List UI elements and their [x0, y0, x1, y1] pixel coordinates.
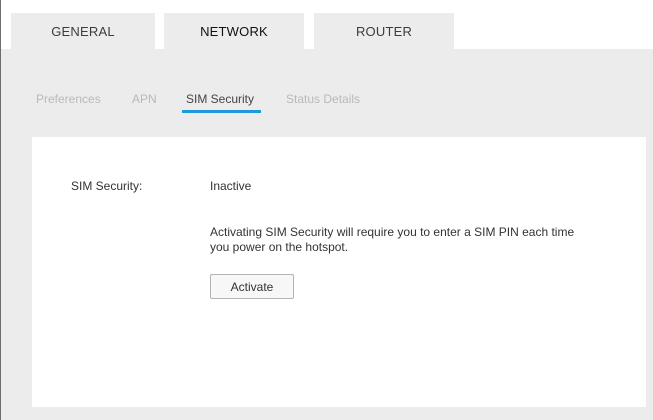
tab-general[interactable]: GENERAL — [11, 13, 155, 49]
sim-security-description: Activating SIM Security will require you… — [210, 225, 575, 254]
sim-security-status: Inactive — [210, 179, 252, 193]
subtab-apn[interactable]: APN — [132, 92, 157, 106]
sub-tab-bar: Preferences APN SIM Security Status Deta… — [1, 92, 653, 116]
subtab-status-details[interactable]: Status Details — [286, 92, 360, 106]
activate-button[interactable]: Activate — [210, 274, 294, 299]
tab-network[interactable]: NETWORK — [164, 13, 304, 49]
subtab-sim-security[interactable]: SIM Security — [186, 92, 254, 106]
sim-security-panel: SIM Security: Inactive Activating SIM Se… — [32, 137, 646, 407]
subtab-preferences[interactable]: Preferences — [36, 92, 101, 106]
sim-security-label: SIM Security: — [71, 179, 143, 193]
active-subtab-indicator — [182, 110, 261, 113]
app-frame: GENERAL NETWORK ROUTER Preferences APN S… — [0, 0, 653, 420]
top-tab-bar: GENERAL NETWORK ROUTER — [1, 0, 653, 49]
tab-router[interactable]: ROUTER — [314, 13, 454, 49]
